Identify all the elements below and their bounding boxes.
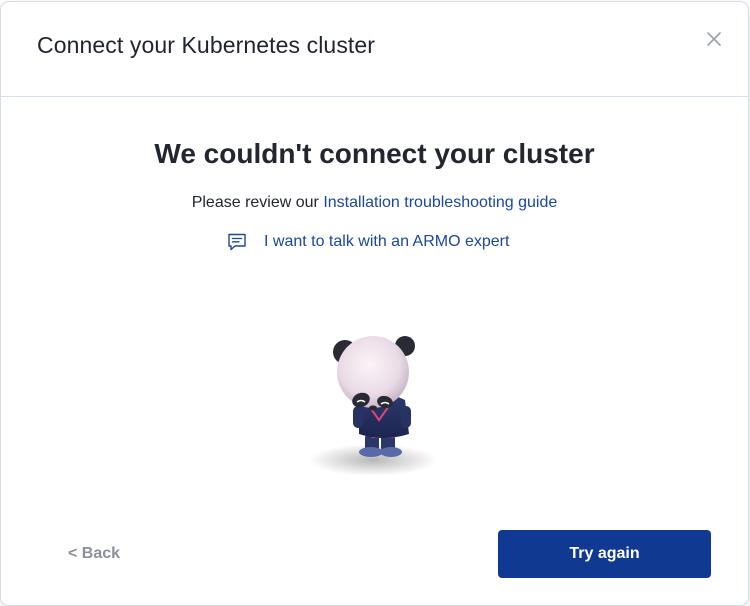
troubleshooting-guide-link[interactable]: Installation troubleshooting guide <box>323 194 557 211</box>
chat-icon <box>228 233 246 251</box>
connect-cluster-dialog: Connect your Kubernetes cluster We could… <box>1 2 748 605</box>
talk-to-expert-label: I want to talk with an ARMO expert <box>264 233 510 250</box>
back-button[interactable]: < Back <box>68 545 120 563</box>
error-heading: We couldn't connect your cluster <box>154 138 595 169</box>
close-icon <box>707 32 721 46</box>
review-line: Please review our Installation troublesh… <box>1 194 748 212</box>
dialog-title: Connect your Kubernetes cluster <box>37 32 376 58</box>
review-prefix: Please review our <box>191 194 319 211</box>
try-again-button[interactable]: Try again <box>498 530 711 578</box>
dialog-header: Connect your Kubernetes cluster <box>1 2 748 97</box>
talk-to-expert-link[interactable]: I want to talk with an ARMO expert <box>226 230 509 254</box>
close-button[interactable] <box>701 26 727 52</box>
sad-panda-mascot <box>309 336 437 476</box>
